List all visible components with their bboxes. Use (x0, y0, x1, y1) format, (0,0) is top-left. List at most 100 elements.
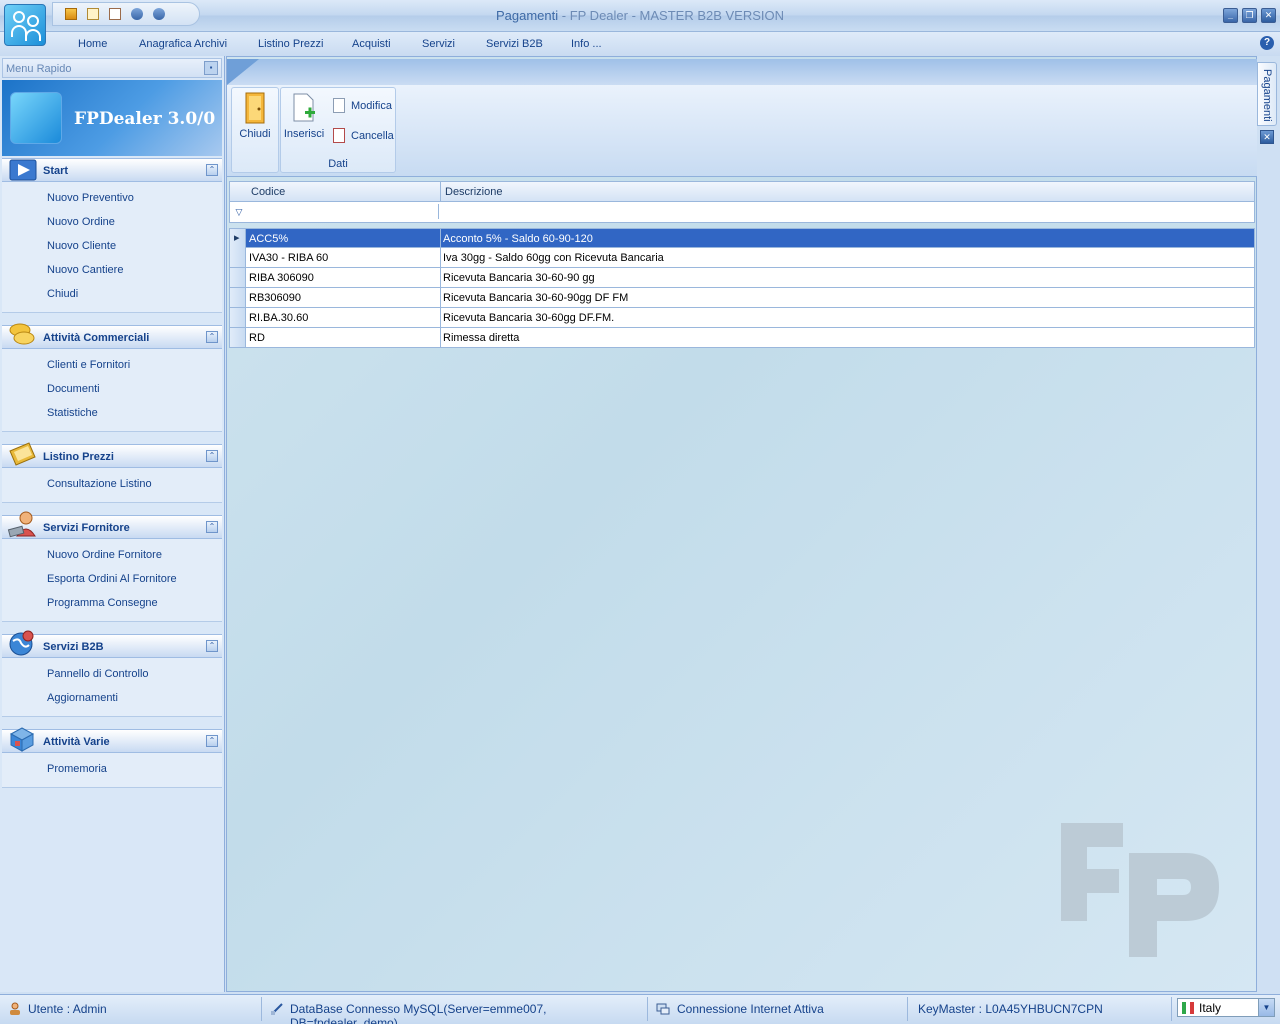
network-icon (656, 1003, 670, 1015)
sidebar-item-clienti-fornitori[interactable]: Clienti e Fornitori (2, 353, 222, 377)
tab-pagamenti-label: Pagamenti (1261, 69, 1273, 122)
sidebar-item-aggiornamenti[interactable]: Aggiornamenti (2, 686, 222, 710)
row-indicator[interactable] (230, 308, 246, 327)
table-row[interactable]: RI.BA.30.60 Ricevuta Bancaria 30-60gg DF… (229, 308, 1255, 328)
cell-descrizione: Rimessa diretta (443, 332, 520, 344)
tab-pagamenti[interactable]: Pagamenti (1257, 62, 1277, 126)
group-header[interactable]: Servizi B2B ⌃ (2, 630, 222, 658)
group-listino-prezzi: Listino Prezzi ⌃ Consultazione Listino (2, 442, 222, 503)
status-key-text: KeyMaster : L0A45YHBUCN7CPN (918, 1002, 1103, 1016)
ribbon-group-label: Dati (328, 158, 348, 170)
group-header[interactable]: Listino Prezzi ⌃ (2, 442, 222, 468)
chevron-down-icon[interactable]: ▼ (1258, 999, 1274, 1016)
menu-home[interactable]: Home (78, 38, 107, 50)
pin-icon[interactable]: ▪ (204, 61, 218, 75)
play-icon (9, 159, 37, 181)
add-document-icon (293, 93, 315, 122)
collapse-icon[interactable]: ⌃ (206, 735, 218, 747)
ribbon-tab-bar (227, 59, 1257, 85)
row-indicator[interactable] (230, 248, 246, 267)
group-header[interactable]: Attività Commerciali ⌃ (2, 323, 222, 349)
sidebar-item-nuovo-preventivo[interactable]: Nuovo Preventivo (2, 186, 222, 210)
sidebar-item-chiudi[interactable]: Chiudi (2, 282, 222, 306)
sidebar-title: Menu Rapido (6, 63, 72, 75)
modifica-label: Modifica (351, 100, 392, 112)
sidebar-item-consultazione-listino[interactable]: Consultazione Listino (2, 472, 222, 496)
menu-anagrafica-archivi[interactable]: Anagrafica Archivi (139, 38, 227, 50)
user-icon (10, 1002, 20, 1015)
collapse-icon[interactable]: ⌃ (206, 521, 218, 533)
table-row[interactable]: RD Rimessa diretta (229, 328, 1255, 348)
chiudi-button[interactable]: Chiudi (233, 90, 277, 148)
collapse-icon[interactable]: ⌃ (206, 164, 218, 176)
application-button[interactable] (4, 4, 46, 46)
menu-listino-prezzi[interactable]: Listino Prezzi (258, 38, 323, 50)
language-value: Italy (1199, 1001, 1222, 1015)
language-select[interactable]: Italy ▼ (1177, 998, 1275, 1017)
row-indicator[interactable] (230, 229, 246, 248)
title-bar: Pagamenti - FP Dealer - MASTER B2B VERSI… (0, 0, 1280, 32)
group-header[interactable]: Start ⌃ (2, 158, 222, 182)
filter-row[interactable]: ▽ (229, 202, 1255, 223)
table-row[interactable]: RB306090 Ricevuta Bancaria 30-60-90gg DF… (229, 288, 1255, 308)
modifica-button[interactable]: Modifica (331, 96, 392, 116)
column-header-descrizione[interactable]: Descrizione (445, 186, 502, 198)
collapse-icon[interactable]: ⌃ (206, 450, 218, 462)
close-tab-icon[interactable]: ✕ (1260, 130, 1274, 144)
row-indicator[interactable] (230, 328, 246, 347)
sidebar-item-pannello-di-controllo[interactable]: Pannello di Controllo (2, 662, 222, 686)
menu-servizi[interactable]: Servizi (422, 38, 455, 50)
filter-cell-codice[interactable] (246, 204, 439, 219)
cell-descrizione: Ricevuta Bancaria 30-60-90gg DF FM (443, 292, 629, 304)
edit-document-icon (333, 98, 345, 113)
status-database: DataBase Connesso MySQL(Server=emme007, … (264, 997, 648, 1024)
row-indicator[interactable] (230, 268, 246, 287)
main-panel: Chiudi Inserisci Modifica Cancella Dati … (226, 56, 1257, 992)
group-label: Start (43, 165, 69, 177)
close-button[interactable]: ✕ (1261, 8, 1276, 23)
menu-bar: Home Anagrafica Archivi Listino Prezzi A… (0, 32, 1280, 56)
minimize-button[interactable]: _ (1223, 8, 1238, 23)
group-header[interactable]: Attività Varie ⌃ (2, 727, 222, 753)
table-row[interactable]: ACC5% Acconto 5% - Saldo 60-90-120 (229, 228, 1255, 248)
sidebar-item-statistiche[interactable]: Statistiche (2, 401, 222, 425)
group-header[interactable]: Servizi Fornitore ⌃ (2, 511, 222, 539)
cancella-button[interactable]: Cancella (331, 126, 394, 146)
cancella-label: Cancella (351, 130, 394, 142)
table-row[interactable]: RIBA 306090 Ricevuta Bancaria 30-60-90 g… (229, 268, 1255, 288)
sidebar-item-nuovo-cantiere[interactable]: Nuovo Cantiere (2, 258, 222, 282)
menu-info[interactable]: Info ... (571, 38, 602, 50)
application-title: - FP Dealer - MASTER B2B VERSION (558, 8, 785, 23)
cell-descrizione: Acconto 5% - Saldo 60-90-120 (443, 233, 593, 245)
collapse-icon[interactable]: ⌃ (206, 331, 218, 343)
filter-icon[interactable]: ▽ (233, 206, 245, 218)
grid-header: Codice Descrizione (229, 181, 1255, 202)
sidebar-item-programma-consegne[interactable]: Programma Consegne (2, 591, 222, 615)
column-header-codice[interactable]: Codice (251, 186, 285, 198)
restore-button[interactable]: ❐ (1242, 8, 1257, 23)
database-link-icon (271, 1003, 283, 1015)
collapse-icon[interactable]: ⌃ (206, 640, 218, 652)
sidebar-item-esporta-ordini[interactable]: Esporta Ordini Al Fornitore (2, 567, 222, 591)
inserisci-button[interactable]: Inserisci (282, 90, 326, 148)
sidebar-item-nuovo-cliente[interactable]: Nuovo Cliente (2, 234, 222, 258)
sidebar-item-nuovo-ordine-fornitore[interactable]: Nuovo Ordine Fornitore (2, 543, 222, 567)
group-attivita-varie: Attività Varie ⌃ Promemoria (2, 727, 222, 788)
document-title: Pagamenti (495, 8, 559, 23)
person-icon (27, 15, 39, 27)
cell-codice: RI.BA.30.60 (249, 312, 309, 324)
menu-acquisti[interactable]: Acquisti (352, 38, 391, 50)
status-db-text: DataBase Connesso MySQL(Server=emme007, … (290, 1002, 547, 1024)
row-indicator[interactable] (230, 288, 246, 307)
table-row[interactable]: IVA30 - RIBA 60 Iva 30gg - Saldo 60gg co… (229, 248, 1255, 268)
sidebar-item-documenti[interactable]: Documenti (2, 377, 222, 401)
sidebar-header: Menu Rapido ▪ (2, 58, 222, 78)
group-label: Servizi Fornitore (43, 522, 130, 534)
menu-servizi-b2b[interactable]: Servizi B2B (486, 38, 543, 50)
sidebar-item-nuovo-ordine[interactable]: Nuovo Ordine (2, 210, 222, 234)
window-title: Pagamenti - FP Dealer - MASTER B2B VERSI… (0, 8, 1280, 23)
sidebar-item-promemoria[interactable]: Promemoria (2, 757, 222, 781)
supplier-icon (7, 511, 36, 538)
status-internet: Connessione Internet Attiva (650, 997, 908, 1021)
help-icon[interactable]: ? (1260, 36, 1274, 50)
